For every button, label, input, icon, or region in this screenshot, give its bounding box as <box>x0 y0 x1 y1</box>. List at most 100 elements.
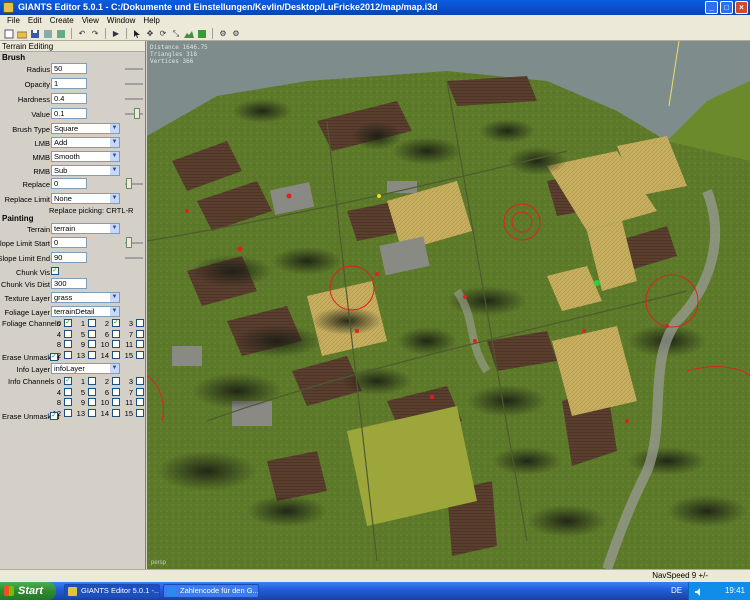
info-channel-checkbox[interactable] <box>88 398 96 406</box>
foliage-icon[interactable]: ⚙ <box>217 28 229 40</box>
menu-window[interactable]: Window <box>103 15 139 27</box>
opacity-slider[interactable] <box>125 83 143 85</box>
replace-input[interactable]: 0 <box>51 178 87 189</box>
foliage-channel-checkbox[interactable] <box>88 319 96 327</box>
3d-viewport[interactable]: Distance 1646.75 Triangles 318 Vertices … <box>147 41 750 569</box>
info-channel-checkbox[interactable] <box>64 398 72 406</box>
task-browser[interactable]: Zahlencode für den G... <box>163 584 259 598</box>
save-icon[interactable] <box>29 28 41 40</box>
minimize-button[interactable]: _ <box>705 1 718 14</box>
maximize-button[interactable]: □ <box>720 1 733 14</box>
foliage-layer-select[interactable]: terrainDetail ▼ <box>51 306 120 317</box>
menu-edit[interactable]: Edit <box>24 15 46 27</box>
system-tray: DE 19:41 <box>671 582 750 600</box>
green-marker <box>594 280 600 286</box>
chunk-vis-checkbox[interactable]: ✓ <box>51 267 59 275</box>
redo-icon[interactable]: ↷ <box>89 28 101 40</box>
menu-view[interactable]: View <box>78 15 103 27</box>
info-channel-checkbox[interactable] <box>136 377 144 385</box>
erase-unmasked-checkbox[interactable]: ✓ <box>50 353 58 361</box>
scale-icon[interactable]: ⤡ <box>170 28 182 40</box>
replace-slider-thumb[interactable] <box>126 178 132 189</box>
opacity-input[interactable]: 1 <box>51 78 87 89</box>
language-indicator[interactable]: DE <box>671 582 682 600</box>
slope-start-slider-thumb[interactable] <box>126 237 132 248</box>
info-channel-4: 4 <box>50 387 74 397</box>
foliage-channel-checkbox[interactable] <box>136 319 144 327</box>
rotate-icon[interactable]: ⟳ <box>157 28 169 40</box>
brush-type-select[interactable]: Square ▼ <box>51 123 120 134</box>
info-channel-6: 6 <box>98 387 122 397</box>
hardness-input[interactable]: 0.4 <box>51 93 87 104</box>
foliage-channel-checkbox[interactable] <box>112 329 120 338</box>
brush-type-label: Brush Type <box>12 125 50 134</box>
move-icon[interactable]: ✥ <box>144 28 156 40</box>
menu-help[interactable]: Help <box>139 15 163 27</box>
play-icon[interactable]: ▶ <box>110 28 122 40</box>
value-input[interactable]: 0.1 <box>51 108 87 119</box>
info-channel-checkbox[interactable] <box>88 377 96 385</box>
task-giants-editor[interactable]: GIANTS Editor 5.0.1 -... <box>64 584 160 598</box>
new-icon[interactable] <box>3 28 15 40</box>
foliage-channel-checkbox[interactable]: ✓ <box>112 319 120 327</box>
chunk-vis-dist-label: Chunk Vis Dist <box>0 280 50 289</box>
radius-input[interactable]: 50 <box>51 63 87 74</box>
select-icon[interactable] <box>131 28 143 40</box>
stat-triangles: Triangles 318 <box>150 51 197 58</box>
hardness-slider[interactable] <box>125 98 143 100</box>
start-button[interactable]: Start <box>0 582 56 600</box>
foliage-layer-label: Foliage Layer <box>4 308 50 317</box>
info-channel-checkbox[interactable] <box>136 398 144 406</box>
mmb-select[interactable]: Smooth ▼ <box>51 151 120 162</box>
radius-slider[interactable] <box>125 68 143 70</box>
texture-layer-select[interactable]: grass ▼ <box>51 292 120 303</box>
channel-number: 8 <box>56 340 61 349</box>
lmb-select[interactable]: Add ▼ <box>51 137 120 148</box>
terrain-icon[interactable] <box>183 28 195 40</box>
info-channel-checkbox[interactable] <box>112 398 120 406</box>
slope-end-slider[interactable] <box>125 257 143 259</box>
menu-create[interactable]: Create <box>46 15 78 27</box>
speaker-icon[interactable] <box>694 586 704 596</box>
toolbar: ↶ ↷ ▶ ✥ ⟳ ⤡ ⚙ ⚙ <box>0 27 750 41</box>
foliage-channel-checkbox[interactable] <box>88 329 96 338</box>
info-channel-checkbox[interactable] <box>112 387 120 396</box>
window-controls: _ □ × <box>705 1 748 14</box>
value-slider-thumb[interactable] <box>134 108 140 119</box>
foliage-channel-checkbox[interactable] <box>64 329 72 338</box>
foliage-channel-checkbox[interactable] <box>112 340 120 348</box>
mmb-label: MMB <box>32 153 51 162</box>
menu-file[interactable]: File <box>3 15 24 27</box>
slope-end-input[interactable]: 90 <box>51 252 87 263</box>
terrain-select[interactable]: terrain ▼ <box>51 223 120 234</box>
open-icon[interactable] <box>16 28 28 40</box>
yellow-marker <box>377 194 381 198</box>
replace-limit-select[interactable]: None ▼ <box>51 193 120 204</box>
info-channel-checkbox[interactable] <box>88 387 96 396</box>
info-channel-checkbox[interactable] <box>136 387 144 396</box>
foliage-channel-checkbox[interactable] <box>64 340 72 348</box>
settings-icon[interactable]: ⚙ <box>230 28 242 40</box>
channel-number: 1 <box>80 319 85 328</box>
rmb-select[interactable]: Sub ▼ <box>51 165 120 176</box>
close-button[interactable]: × <box>735 1 748 14</box>
info-channel-checkbox[interactable] <box>64 387 72 396</box>
chunk-vis-dist-input[interactable]: 300 <box>51 278 87 289</box>
paint-icon[interactable] <box>196 28 208 40</box>
giants-app-icon <box>68 587 77 596</box>
info-channel-checkbox[interactable]: ✓ <box>64 377 72 385</box>
slope-start-input[interactable]: 0 <box>51 237 87 248</box>
foliage-channel-checkbox[interactable] <box>136 329 144 338</box>
foliage-channel-checkbox[interactable] <box>88 340 96 348</box>
foliage-channel-checkbox[interactable] <box>136 340 144 348</box>
info-layer-select[interactable]: infoLayer ▼ <box>51 363 120 374</box>
erase-unmasked-info-checkbox[interactable]: ✓ <box>50 412 58 420</box>
import-icon[interactable] <box>42 28 54 40</box>
channel-number: 3 <box>128 319 133 328</box>
foliage-channel-6: 6 <box>98 329 122 339</box>
toolbar-separator <box>212 28 213 39</box>
undo-icon[interactable]: ↶ <box>76 28 88 40</box>
foliage-channel-checkbox[interactable]: ✓ <box>64 319 72 327</box>
info-channel-checkbox[interactable] <box>112 377 120 385</box>
export-icon[interactable] <box>55 28 67 40</box>
